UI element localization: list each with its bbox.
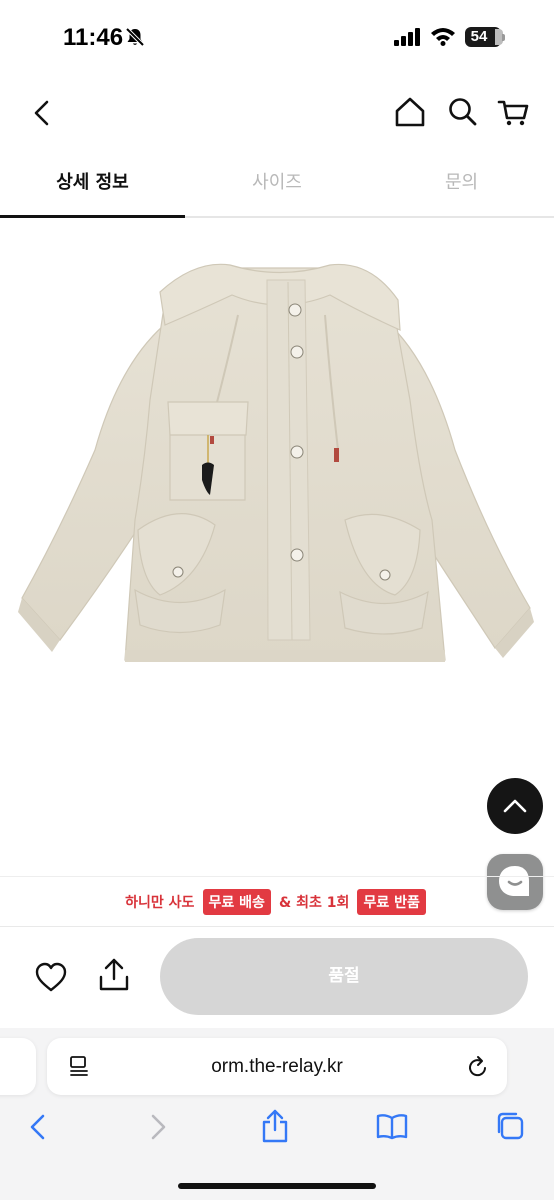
active-tab-indicator	[0, 215, 185, 218]
battery-level: 54	[470, 28, 488, 45]
share-icon[interactable]	[97, 957, 131, 993]
chevron-left-icon[interactable]	[28, 98, 56, 128]
chevron-up-icon	[503, 799, 527, 813]
url-text: orm.the-relay.kr	[211, 1056, 343, 1077]
free-shipping-badge: 무료 배송	[202, 889, 271, 915]
scroll-top-button[interactable]	[487, 778, 543, 834]
previous-tab-peek[interactable]	[0, 1038, 36, 1095]
forward-icon[interactable]	[146, 1112, 170, 1142]
browser-share-icon[interactable]	[260, 1108, 290, 1144]
bookmarks-icon[interactable]	[375, 1112, 409, 1140]
status-time: 11:46	[63, 24, 124, 51]
free-return-badge: 무료 반품	[357, 889, 426, 915]
soldout-button[interactable]: 품절	[160, 938, 528, 1015]
tab-inquiry[interactable]: 문의	[369, 150, 554, 216]
back-icon[interactable]	[26, 1112, 50, 1142]
reload-icon[interactable]	[467, 1055, 489, 1079]
battery-icon: 54	[465, 27, 505, 47]
cart-icon[interactable]	[497, 96, 531, 128]
promo-text-2: & 최초 1회	[279, 895, 350, 911]
home-icon[interactable]	[394, 96, 426, 128]
heart-icon[interactable]	[34, 961, 68, 993]
purchase-bar: 품절	[0, 926, 554, 1028]
promo-text-1: 하니만 사도	[125, 895, 195, 911]
cellular-signal-icon	[394, 28, 420, 46]
tabs-icon[interactable]	[494, 1110, 526, 1142]
top-nav	[0, 84, 554, 144]
product-tabs: 상세 정보 사이즈 문의	[0, 150, 554, 218]
search-icon[interactable]	[447, 96, 479, 128]
status-bar: 11:46 54	[0, 0, 554, 78]
tab-size[interactable]: 사이즈	[185, 150, 369, 216]
wifi-icon	[431, 28, 455, 46]
product-image	[0, 220, 554, 880]
tab-detail-info[interactable]: 상세 정보	[0, 150, 185, 216]
jacket-image	[18, 263, 534, 662]
bell-muted-icon	[125, 27, 145, 47]
address-bar[interactable]: orm.the-relay.kr	[47, 1038, 507, 1095]
browser-toolbar: orm.the-relay.kr	[0, 1028, 554, 1200]
home-indicator	[178, 1183, 376, 1189]
promo-banner: 하니만 사도 무료 배송 & 최초 1회 무료 반품	[0, 876, 554, 926]
